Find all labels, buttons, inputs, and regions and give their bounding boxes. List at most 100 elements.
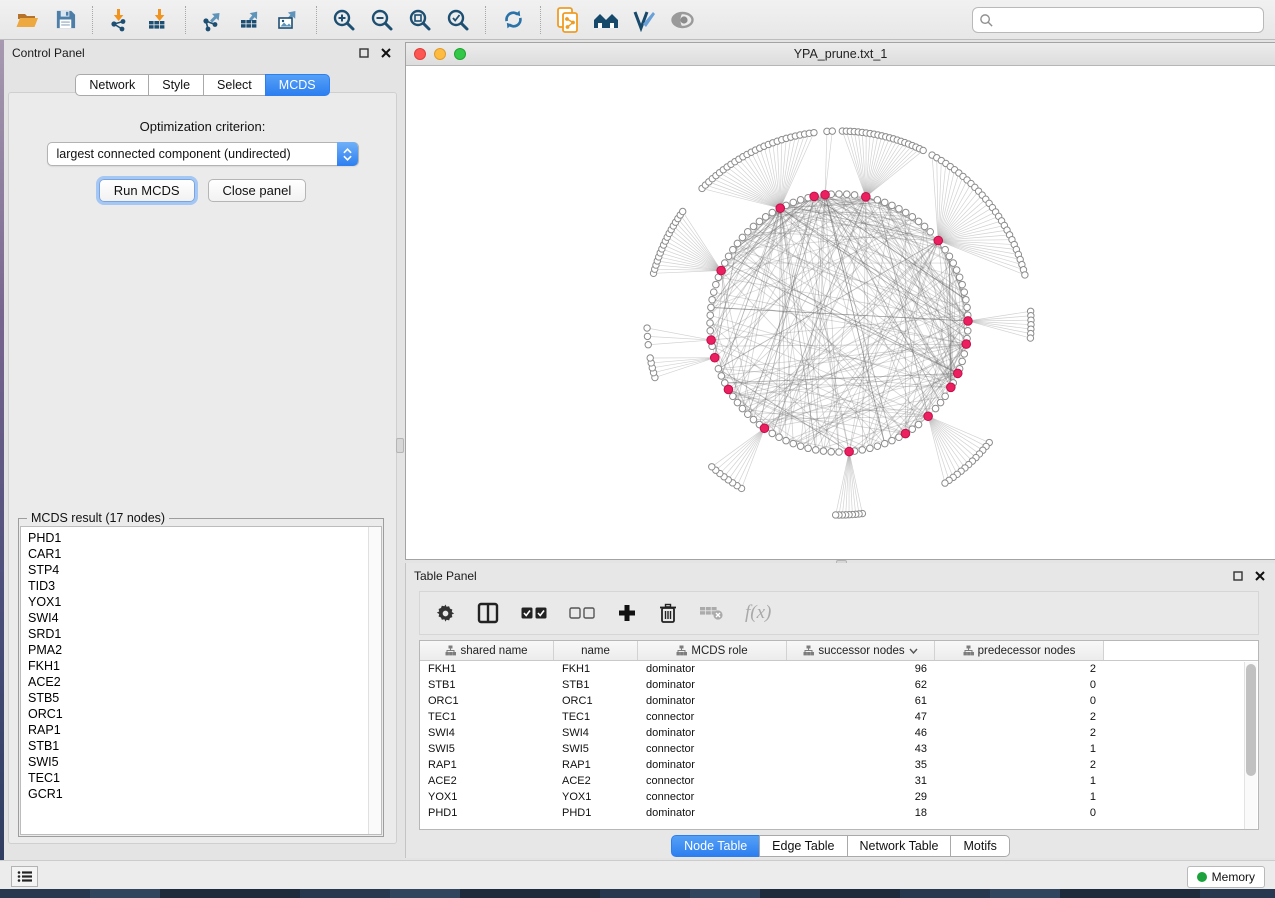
network-node[interactable] xyxy=(963,296,970,303)
network-node[interactable] xyxy=(708,304,715,311)
table-row[interactable]: ORC1ORC1dominator610 xyxy=(420,693,1258,709)
network-window-titlebar[interactable]: YPA_prune.txt_1 xyxy=(406,43,1275,66)
network-node[interactable] xyxy=(889,202,896,209)
import-table-button[interactable] xyxy=(139,5,177,35)
search-input[interactable] xyxy=(994,10,1263,30)
network-node[interactable] xyxy=(776,434,783,441)
select-all-button[interactable] xyxy=(521,607,547,620)
mcds-node-item[interactable]: PMA2 xyxy=(21,642,381,658)
mcds-hub-node[interactable] xyxy=(924,412,933,421)
tab-style[interactable]: Style xyxy=(148,74,203,96)
network-node[interactable] xyxy=(909,426,916,433)
leaf-node[interactable] xyxy=(709,464,715,470)
float-panel-icon[interactable] xyxy=(357,46,371,60)
mcds-node-item[interactable]: FKH1 xyxy=(21,658,381,674)
column-header-successor-nodes[interactable]: successor nodes xyxy=(787,641,935,660)
network-node[interactable] xyxy=(836,191,843,198)
export-network-button[interactable] xyxy=(194,5,232,35)
table-row[interactable]: FKH1FKH1dominator962 xyxy=(420,661,1258,677)
tab-mcds[interactable]: MCDS xyxy=(265,74,330,96)
network-node[interactable] xyxy=(959,358,966,365)
network-node[interactable] xyxy=(715,365,722,372)
tab-network-table[interactable]: Network Table xyxy=(847,835,951,857)
tab-select[interactable]: Select xyxy=(203,74,265,96)
network-node[interactable] xyxy=(964,304,971,311)
network-node[interactable] xyxy=(721,260,728,267)
leaf-node[interactable] xyxy=(829,128,835,134)
mcds-node-item[interactable]: YOX1 xyxy=(21,594,381,610)
mcds-node-item[interactable]: GCR1 xyxy=(21,786,381,802)
network-node[interactable] xyxy=(707,320,714,327)
network-node[interactable] xyxy=(756,218,763,225)
vertical-splitter-handle[interactable] xyxy=(396,438,404,453)
leaf-node[interactable] xyxy=(679,208,685,214)
network-node[interactable] xyxy=(828,448,835,455)
network-node[interactable] xyxy=(950,260,957,267)
column-header-predecessor-nodes[interactable]: predecessor nodes xyxy=(935,641,1104,660)
network-node[interactable] xyxy=(797,443,804,450)
network-node[interactable] xyxy=(750,223,757,230)
network-node[interactable] xyxy=(769,430,776,437)
network-node[interactable] xyxy=(725,253,732,260)
network-node[interactable] xyxy=(921,223,928,230)
table-row[interactable]: PHD1PHD1dominator180 xyxy=(420,805,1258,821)
mcds-node-item[interactable]: SRD1 xyxy=(21,626,381,642)
network-node[interactable] xyxy=(730,393,737,400)
network-node[interactable] xyxy=(964,327,971,334)
close-panel-icon[interactable] xyxy=(1253,569,1267,583)
deselect-all-button[interactable] xyxy=(569,607,595,620)
network-node[interactable] xyxy=(812,447,819,454)
leaf-node[interactable] xyxy=(647,355,653,361)
show-panels-button[interactable] xyxy=(11,866,38,887)
export-image-button[interactable] xyxy=(270,5,308,35)
mcds-node-item[interactable]: STB1 xyxy=(21,738,381,754)
network-node[interactable] xyxy=(709,296,716,303)
network-node[interactable] xyxy=(902,209,909,216)
mcds-hub-node[interactable] xyxy=(934,236,943,245)
network-node[interactable] xyxy=(874,197,881,204)
close-panel-icon[interactable] xyxy=(379,46,393,60)
table-row[interactable]: SWI5SWI5connector431 xyxy=(420,741,1258,757)
mcds-node-item[interactable]: PHD1 xyxy=(21,530,381,546)
network-node[interactable] xyxy=(739,405,746,412)
table-settings-button[interactable] xyxy=(436,604,455,623)
table-row[interactable]: ACE2ACE2connector311 xyxy=(420,773,1258,789)
network-node[interactable] xyxy=(851,192,858,199)
mcds-hub-node[interactable] xyxy=(760,424,769,433)
leaf-node[interactable] xyxy=(942,480,948,486)
network-node[interactable] xyxy=(953,267,960,274)
network-node[interactable] xyxy=(707,327,714,334)
mcds-hub-node[interactable] xyxy=(845,447,854,456)
network-node[interactable] xyxy=(805,445,812,452)
zoom-out-button[interactable] xyxy=(363,5,401,35)
delete-column-button[interactable] xyxy=(659,603,677,624)
column-header-name[interactable]: name xyxy=(554,641,638,660)
network-node[interactable] xyxy=(769,209,776,216)
mcds-node-item[interactable]: SWI4 xyxy=(21,610,381,626)
close-window-icon[interactable] xyxy=(414,48,426,60)
zoom-in-button[interactable] xyxy=(325,5,363,35)
home-networks-button[interactable] xyxy=(587,5,625,35)
network-node[interactable] xyxy=(710,289,717,296)
minimize-window-icon[interactable] xyxy=(434,48,446,60)
mcds-node-item[interactable]: ORC1 xyxy=(21,706,381,722)
table-row[interactable]: TEC1TEC1connector472 xyxy=(420,709,1258,725)
leaf-node[interactable] xyxy=(644,325,650,331)
network-node[interactable] xyxy=(956,274,963,281)
network-node[interactable] xyxy=(718,373,725,380)
table-scrollbar-thumb[interactable] xyxy=(1246,664,1256,776)
network-document-button[interactable] xyxy=(549,5,587,35)
network-node[interactable] xyxy=(836,449,843,456)
optimization-criterion-dropdown[interactable]: largest connected component (undirected) xyxy=(47,142,359,166)
close-panel-button[interactable]: Close panel xyxy=(208,179,307,202)
network-node[interactable] xyxy=(881,440,888,447)
mcds-node-item[interactable]: TEC1 xyxy=(21,770,381,786)
mcds-hub-node[interactable] xyxy=(776,204,785,213)
leaf-node[interactable] xyxy=(1022,272,1028,278)
network-node[interactable] xyxy=(867,445,874,452)
import-network-button[interactable] xyxy=(101,5,139,35)
search-box[interactable] xyxy=(972,7,1264,33)
network-node[interactable] xyxy=(961,289,968,296)
mcds-hub-node[interactable] xyxy=(962,340,971,349)
network-node[interactable] xyxy=(942,246,949,253)
